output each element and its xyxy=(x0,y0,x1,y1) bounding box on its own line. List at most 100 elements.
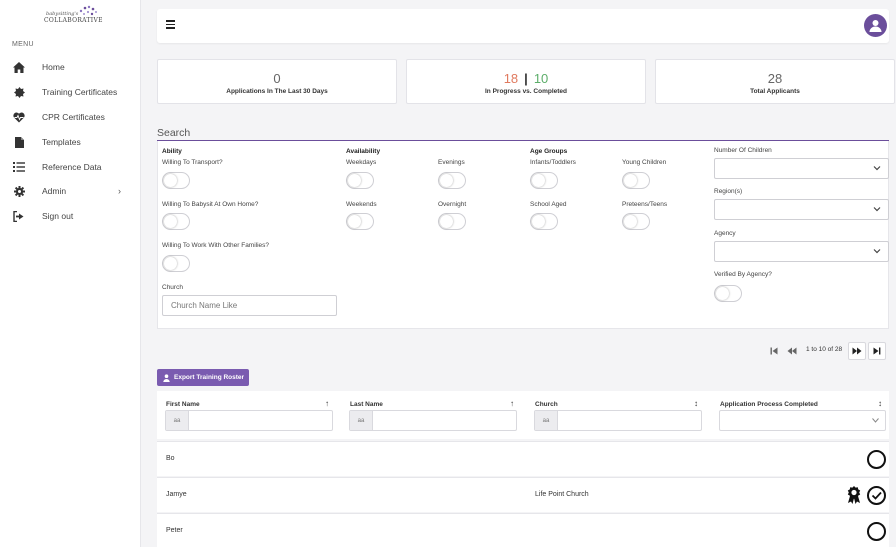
stat-card-progress: 18 | 10 In Progress vs. Completed xyxy=(406,59,646,104)
sort-both-icon[interactable]: ↕ xyxy=(878,399,882,408)
text-filter-icon: aa xyxy=(535,411,558,430)
stat-card-applications-30-days: 0 Applications In The Last 30 Days xyxy=(157,59,397,104)
last-page-button[interactable] xyxy=(868,342,886,360)
sidebar: babysitting's COLLABORATIVE MENU Home Tr… xyxy=(0,0,141,547)
verified-label: Verified By Agency? xyxy=(714,271,772,278)
table-row[interactable]: Jamye Life Point Church xyxy=(157,477,889,512)
preteens-toggle[interactable] xyxy=(622,213,650,230)
incomplete-status-icon[interactable] xyxy=(867,450,886,469)
first-page-icon xyxy=(770,347,778,355)
table-row[interactable]: Peter xyxy=(157,513,889,547)
search-title: Search xyxy=(157,127,191,139)
young-children-toggle[interactable] xyxy=(622,172,650,189)
export-label: Export Training Roster xyxy=(174,374,245,381)
sort-asc-icon[interactable]: ↑ xyxy=(510,399,514,408)
verified-toggle[interactable] xyxy=(714,285,742,302)
church-input[interactable] xyxy=(162,295,337,316)
user-export-icon xyxy=(163,373,170,382)
evenings-toggle[interactable] xyxy=(438,172,466,189)
sidebar-item-sign-out[interactable]: Sign out xyxy=(0,204,141,228)
in-progress-count: 18 xyxy=(503,71,519,86)
regions-select[interactable] xyxy=(714,199,889,220)
gear-icon xyxy=(13,185,25,197)
overnight-label: Overnight xyxy=(438,201,467,208)
user-avatar[interactable] xyxy=(864,14,887,37)
table-row[interactable]: Bo xyxy=(157,441,889,476)
completed-check-icon[interactable] xyxy=(867,486,886,505)
sidebar-item-label: Home xyxy=(42,62,65,72)
sidebar-item-home[interactable]: Home xyxy=(0,55,141,79)
stat-value: 18 | 10 xyxy=(407,71,645,86)
sort-asc-icon[interactable]: ↑ xyxy=(325,399,329,408)
school-aged-toggle[interactable] xyxy=(530,213,558,230)
pagination-status: 1 to 10 of 28 xyxy=(806,346,843,353)
agency-label: Agency xyxy=(714,230,736,237)
column-header-application-completed[interactable]: Application Process Completed xyxy=(720,401,818,408)
award-icon[interactable] xyxy=(847,486,861,504)
sidebar-item-cpr-certificates[interactable]: CPR Certificates xyxy=(0,105,141,129)
column-header-church[interactable]: Church xyxy=(535,401,558,408)
previous-page-button[interactable] xyxy=(783,342,801,360)
cell-first-name: Peter xyxy=(166,527,183,534)
next-page-button[interactable] xyxy=(848,342,866,360)
rewind-icon xyxy=(787,347,797,355)
menu-label: MENU xyxy=(12,41,34,48)
preteens-label: Preteens/Teens xyxy=(622,201,668,208)
chevron-down-icon xyxy=(873,166,881,171)
ability-heading: Ability xyxy=(162,148,182,155)
number-of-children-label: Number Of Children xyxy=(714,147,772,154)
sidebar-item-label: Admin xyxy=(42,186,67,196)
infants-label: Infants/Toddlers xyxy=(530,159,576,166)
church-filter[interactable]: aa xyxy=(534,410,702,431)
chevron-down-icon xyxy=(872,418,879,423)
heartbeat-icon xyxy=(13,111,25,123)
babysit-home-toggle[interactable] xyxy=(162,213,190,230)
sort-both-icon[interactable]: ↕ xyxy=(694,399,698,408)
sidebar-item-label: Training Certificates xyxy=(42,87,118,97)
infants-toggle[interactable] xyxy=(530,172,558,189)
first-name-filter[interactable]: aa xyxy=(165,410,333,431)
column-header-last-name[interactable]: Last Name xyxy=(350,401,383,408)
weekends-toggle[interactable] xyxy=(346,213,374,230)
table-header: First Name ↑ aa Last Name ↑ aa Church ↕ … xyxy=(157,391,889,439)
column-header-first-name[interactable]: First Name xyxy=(166,401,200,408)
fast-forward-icon xyxy=(852,347,862,355)
chevron-right-icon: › xyxy=(118,186,121,196)
sidebar-item-templates[interactable]: Templates xyxy=(0,130,141,154)
brand-logo[interactable]: babysitting's COLLABORATIVE xyxy=(42,5,102,27)
sidebar-item-reference-data[interactable]: Reference Data xyxy=(0,155,141,179)
chevron-down-icon xyxy=(873,207,881,212)
chevron-down-icon xyxy=(873,249,881,254)
agency-select[interactable] xyxy=(714,241,889,262)
stat-value: 28 xyxy=(767,71,783,86)
export-training-roster-button[interactable]: Export Training Roster xyxy=(157,369,249,386)
transport-toggle[interactable] xyxy=(162,172,190,189)
cell-first-name: Bo xyxy=(166,455,175,462)
file-icon xyxy=(13,136,25,148)
list-icon xyxy=(13,161,25,173)
number-of-children-select[interactable] xyxy=(714,158,889,179)
school-aged-label: School Aged xyxy=(530,201,567,208)
progress-separator: | xyxy=(524,71,528,86)
overnight-toggle[interactable] xyxy=(438,213,466,230)
text-filter-icon: aa xyxy=(166,411,189,430)
weekdays-toggle[interactable] xyxy=(346,172,374,189)
text-filter-icon: aa xyxy=(350,411,373,430)
home-icon xyxy=(13,61,25,73)
other-families-toggle[interactable] xyxy=(162,255,190,272)
hamburger-menu-icon[interactable] xyxy=(166,20,175,29)
sidebar-item-training-certificates[interactable]: Training Certificates xyxy=(0,80,141,104)
incomplete-status-icon[interactable] xyxy=(867,522,886,541)
logo-dots-icon xyxy=(79,5,97,16)
completed-count: 10 xyxy=(533,71,549,86)
weekdays-label: Weekdays xyxy=(346,159,377,166)
availability-heading: Availability xyxy=(346,148,381,155)
last-name-filter[interactable]: aa xyxy=(349,410,517,431)
logo-line2: COLLABORATIVE xyxy=(44,17,103,24)
sidebar-item-label: Templates xyxy=(42,137,81,147)
stat-caption: Applications In The Last 30 Days xyxy=(226,88,328,95)
evenings-label: Evenings xyxy=(438,159,465,166)
first-page-button[interactable] xyxy=(765,342,783,360)
application-completed-filter[interactable] xyxy=(719,410,886,431)
sidebar-item-admin[interactable]: Admin › xyxy=(0,179,141,203)
